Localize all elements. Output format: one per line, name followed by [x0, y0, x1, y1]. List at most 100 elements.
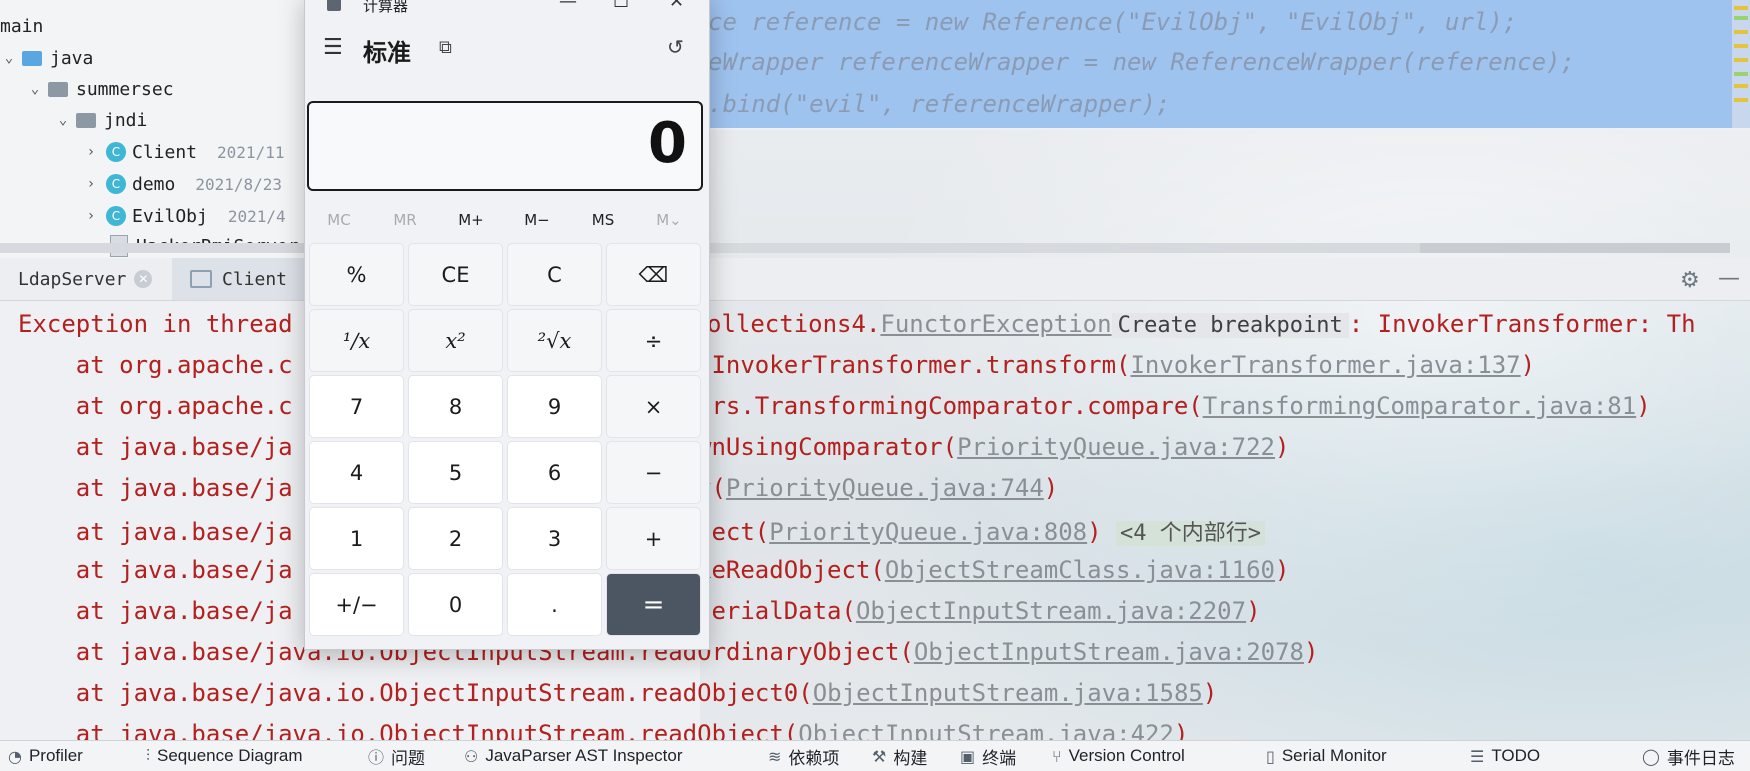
source-link[interactable]: ObjectInputStream.java:2207 — [856, 597, 1246, 625]
source-link[interactable]: InvokerTransformer.java:137 — [1130, 351, 1520, 379]
digit-4-button[interactable]: 4 — [309, 441, 404, 504]
exception-link[interactable]: FunctorException — [880, 310, 1111, 338]
statusbar-javaparser-ast-inspector[interactable]: ⚇ JavaParser AST Inspector — [464, 741, 683, 771]
statusbar-event-log[interactable]: ◯ 事件日志 — [1642, 741, 1735, 771]
statusbar-build[interactable]: ⚒ 构建 — [872, 741, 927, 771]
tree-label: java — [50, 47, 94, 69]
console-output[interactable]: Exception in thread collections4.FunctorE… — [0, 300, 1750, 740]
project-tree[interactable]: main ⌄ java ⌄ summersec ⌄ jndi › C Clien… — [0, 0, 305, 258]
horizontal-scrollbar[interactable] — [0, 243, 1420, 253]
tree-label: Client — [132, 141, 198, 163]
stack-trace-line[interactable]: at java.base/java.io.ObjectInputStream.r… — [18, 679, 1218, 707]
backspace-button[interactable]: ⌫ — [606, 243, 701, 306]
code-line[interactable]: ce reference = new Reference("EvilObj", … — [708, 8, 1517, 36]
close-icon[interactable]: ✕ — [134, 270, 153, 288]
console-text: at java.base/ja — [18, 474, 293, 502]
memory-subtract-button[interactable]: M− — [507, 211, 567, 229]
square-root-button[interactable]: ²√x — [507, 309, 602, 372]
square-button[interactable]: x² — [408, 309, 503, 372]
history-icon[interactable]: ↺ — [667, 35, 684, 59]
source-link[interactable]: PriorityQueue.java:808 — [769, 518, 1087, 546]
digit-3-button[interactable]: 3 — [507, 507, 602, 570]
reciprocal-button[interactable]: ¹∕x — [309, 309, 404, 372]
clear-entry-button[interactable]: CE — [408, 243, 503, 306]
chevron-down-icon[interactable]: ⌄ — [54, 112, 72, 128]
tab-ldapserver[interactable]: LdapServer ✕ — [0, 258, 168, 300]
tree-label: demo — [132, 173, 176, 195]
memory-clear-button[interactable]: MC — [309, 211, 369, 229]
run-tool-window-tabs: LdapServer ✕ Client ⚙ — — [0, 258, 1750, 301]
chevron-right-icon[interactable]: › — [82, 144, 100, 160]
tab-client[interactable]: Client — [172, 258, 310, 300]
statusbar-terminal[interactable]: ▣ 终端 — [960, 741, 1016, 771]
decimal-button[interactable]: . — [507, 573, 602, 636]
chevron-down-icon[interactable]: ⌄ — [0, 50, 18, 66]
tree-item-jndi[interactable]: ⌄ jndi — [54, 106, 148, 134]
source-link[interactable]: ObjectInputStream.java:2078 — [914, 638, 1304, 666]
digit-2-button[interactable]: 2 — [408, 507, 503, 570]
digit-6-button[interactable]: 6 — [507, 441, 602, 504]
digit-8-button[interactable]: 8 — [408, 375, 503, 438]
hamburger-menu-icon[interactable]: ☰ — [323, 35, 343, 60]
source-link[interactable]: TransformingComparator.java:81 — [1203, 392, 1636, 420]
stack-trace-line[interactable]: at org.apache.c tors.TransformingComparat… — [18, 392, 1651, 420]
statusbar-profiler[interactable]: ◔ Profiler — [8, 741, 83, 771]
statusbar-dependencies[interactable]: ≋ 依赖项 — [768, 741, 839, 771]
add-button[interactable]: + — [606, 507, 701, 570]
digit-9-button[interactable]: 9 — [507, 375, 602, 438]
memory-store-button[interactable]: MS — [573, 211, 633, 229]
calculator-titlebar[interactable]: 计算器 — ☐ ✕ — [305, 0, 709, 15]
code-line[interactable]: eWrapper referenceWrapper = new Referenc… — [708, 48, 1575, 76]
create-breakpoint-tooltip[interactable]: Create breakpoint — [1111, 313, 1349, 338]
digit-7-button[interactable]: 7 — [309, 375, 404, 438]
memory-add-button[interactable]: M+ — [441, 211, 501, 229]
tree-item-main[interactable]: main — [0, 12, 43, 40]
memory-recall-button[interactable]: MR — [375, 211, 435, 229]
chevron-right-icon[interactable]: › — [82, 176, 100, 192]
statusbar-todo[interactable]: ☰ TODO — [1470, 741, 1540, 771]
divide-button[interactable]: ÷ — [606, 309, 701, 372]
source-link[interactable]: ObjectStreamClass.java:1160 — [885, 556, 1275, 584]
minimize-button[interactable]: — — [559, 0, 577, 12]
source-link[interactable]: PriorityQueue.java:722 — [957, 433, 1275, 461]
percent-button[interactable]: % — [309, 243, 404, 306]
console-line[interactable]: Exception in thread collections4.FunctorE… — [18, 310, 1696, 338]
clear-button[interactable]: C — [507, 243, 602, 306]
equals-button[interactable]: = — [606, 573, 701, 636]
minimize-icon[interactable]: — — [1718, 266, 1740, 291]
chevron-right-icon[interactable]: › — [82, 208, 100, 224]
statusbar-serial-monitor[interactable]: ▯ Serial Monitor — [1266, 741, 1387, 771]
tree-item-evilobj[interactable]: › C EvilObj 2021/4 — [82, 202, 286, 230]
statusbar-problems[interactable]: ⓘ 问题 — [368, 741, 425, 771]
source-link[interactable]: PriorityQueue.java:744 — [726, 474, 1044, 502]
statusbar-sequence-diagram[interactable]: ⫶ Sequence Diagram — [146, 741, 303, 771]
close-button[interactable]: ✕ — [669, 0, 684, 12]
digit-5-button[interactable]: 5 — [408, 441, 503, 504]
calculator-app-icon — [327, 0, 341, 11]
multiply-button[interactable]: × — [606, 375, 701, 438]
tree-item-summersec[interactable]: ⌄ summersec — [26, 75, 174, 103]
memory-list-button[interactable]: M⌄ — [639, 211, 699, 229]
sequence-diagram-icon: ⫶ — [146, 746, 151, 765]
stack-trace-line[interactable]: at java.base/java.io.ObjectInputStream.r… — [18, 720, 1189, 740]
tree-item-demo[interactable]: › C demo 2021/8/23 — [82, 170, 282, 198]
calculator-window[interactable]: 计算器 — ☐ ✕ ☰ 标准 ⧉ ↺ 0 MC MR M+ M− MS M⌄ %… — [304, 0, 710, 650]
gear-icon[interactable]: ⚙ — [1680, 268, 1700, 293]
digit-0-button[interactable]: 0 — [408, 573, 503, 636]
keep-on-top-icon[interactable]: ⧉ — [439, 37, 452, 58]
tree-item-java[interactable]: ⌄ java — [0, 44, 94, 72]
digit-1-button[interactable]: 1 — [309, 507, 404, 570]
source-link[interactable]: ObjectInputStream.java:422 — [798, 720, 1174, 740]
maximize-button[interactable]: ☐ — [613, 0, 629, 12]
subtract-button[interactable]: − — [606, 441, 701, 504]
memory-row: MC MR M+ M− MS M⌄ — [305, 205, 709, 237]
chevron-down-icon[interactable]: ⌄ — [26, 81, 44, 97]
source-link[interactable]: ObjectInputStream.java:1585 — [813, 679, 1203, 707]
error-stripe[interactable] — [1732, 0, 1750, 128]
code-line[interactable]: .bind("evil", referenceWrapper); — [708, 90, 1170, 118]
folded-lines-hint[interactable]: <4 个内部行> — [1116, 521, 1266, 546]
statusbar-version-control[interactable]: ⑂ Version Control — [1052, 741, 1185, 771]
stack-trace-line[interactable]: at org.apache.c s.InvokerTransformer.tran… — [18, 351, 1535, 379]
tree-item-client[interactable]: › C Client 2021/11 — [82, 138, 285, 166]
negate-button[interactable]: +/− — [309, 573, 404, 636]
